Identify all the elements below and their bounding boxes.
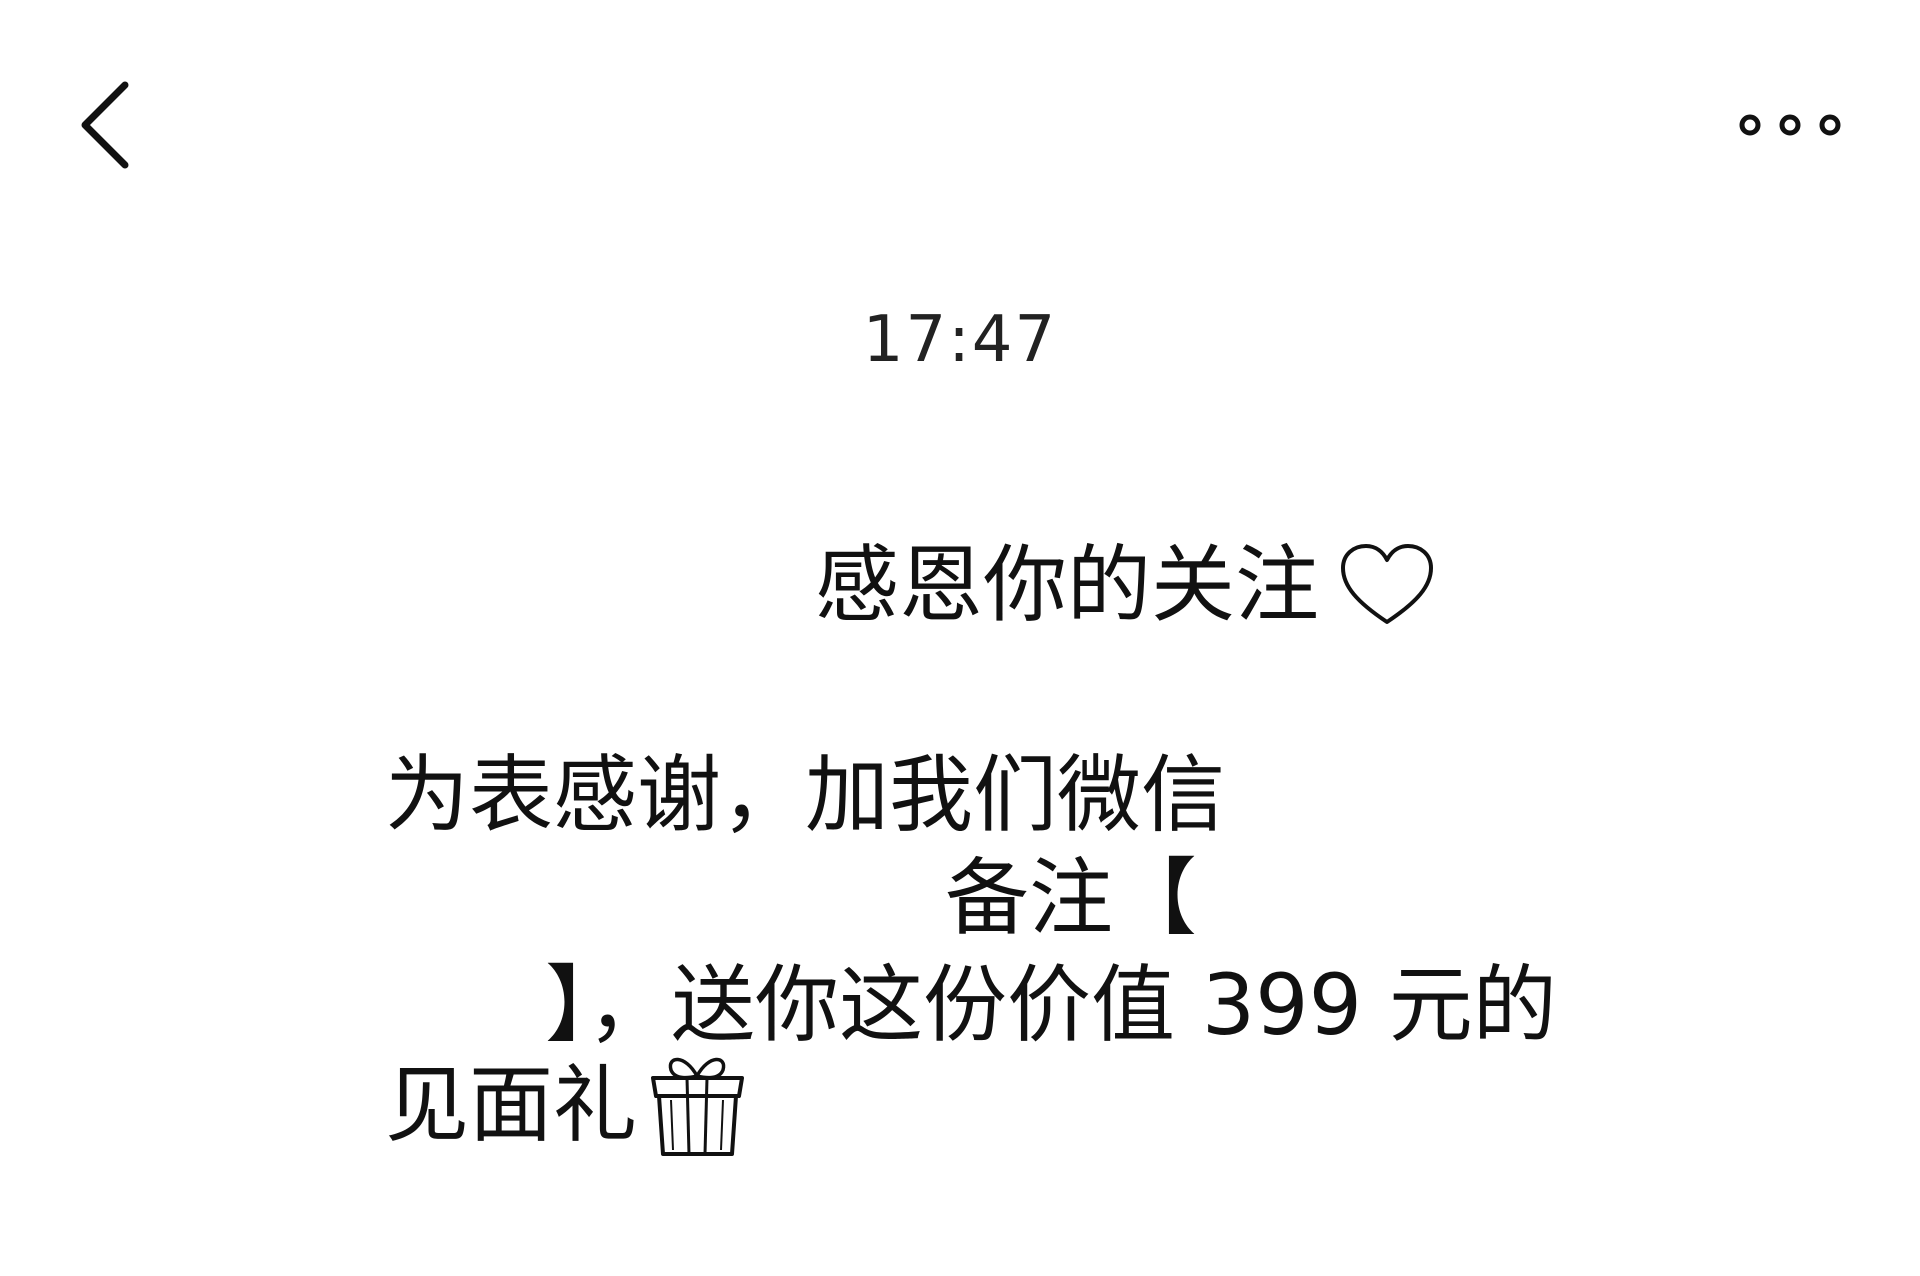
- message-line-3: 备注【: [945, 849, 1198, 947]
- chat-message: 感恩你的关注 为表感谢，加我们微信 备注【 】，送你这份价值 399 元的 见面…: [0, 0, 1920, 1276]
- heart-icon: [1341, 544, 1433, 624]
- message-line-5: 见面礼: [385, 1056, 638, 1154]
- gift-icon: [651, 1057, 744, 1156]
- message-line-2: 为表感谢，加我们微信: [385, 746, 1226, 844]
- message-line-4: 】，送你这份价值 399 元的: [545, 956, 1557, 1054]
- message-line-1: 感恩你的关注: [815, 536, 1320, 634]
